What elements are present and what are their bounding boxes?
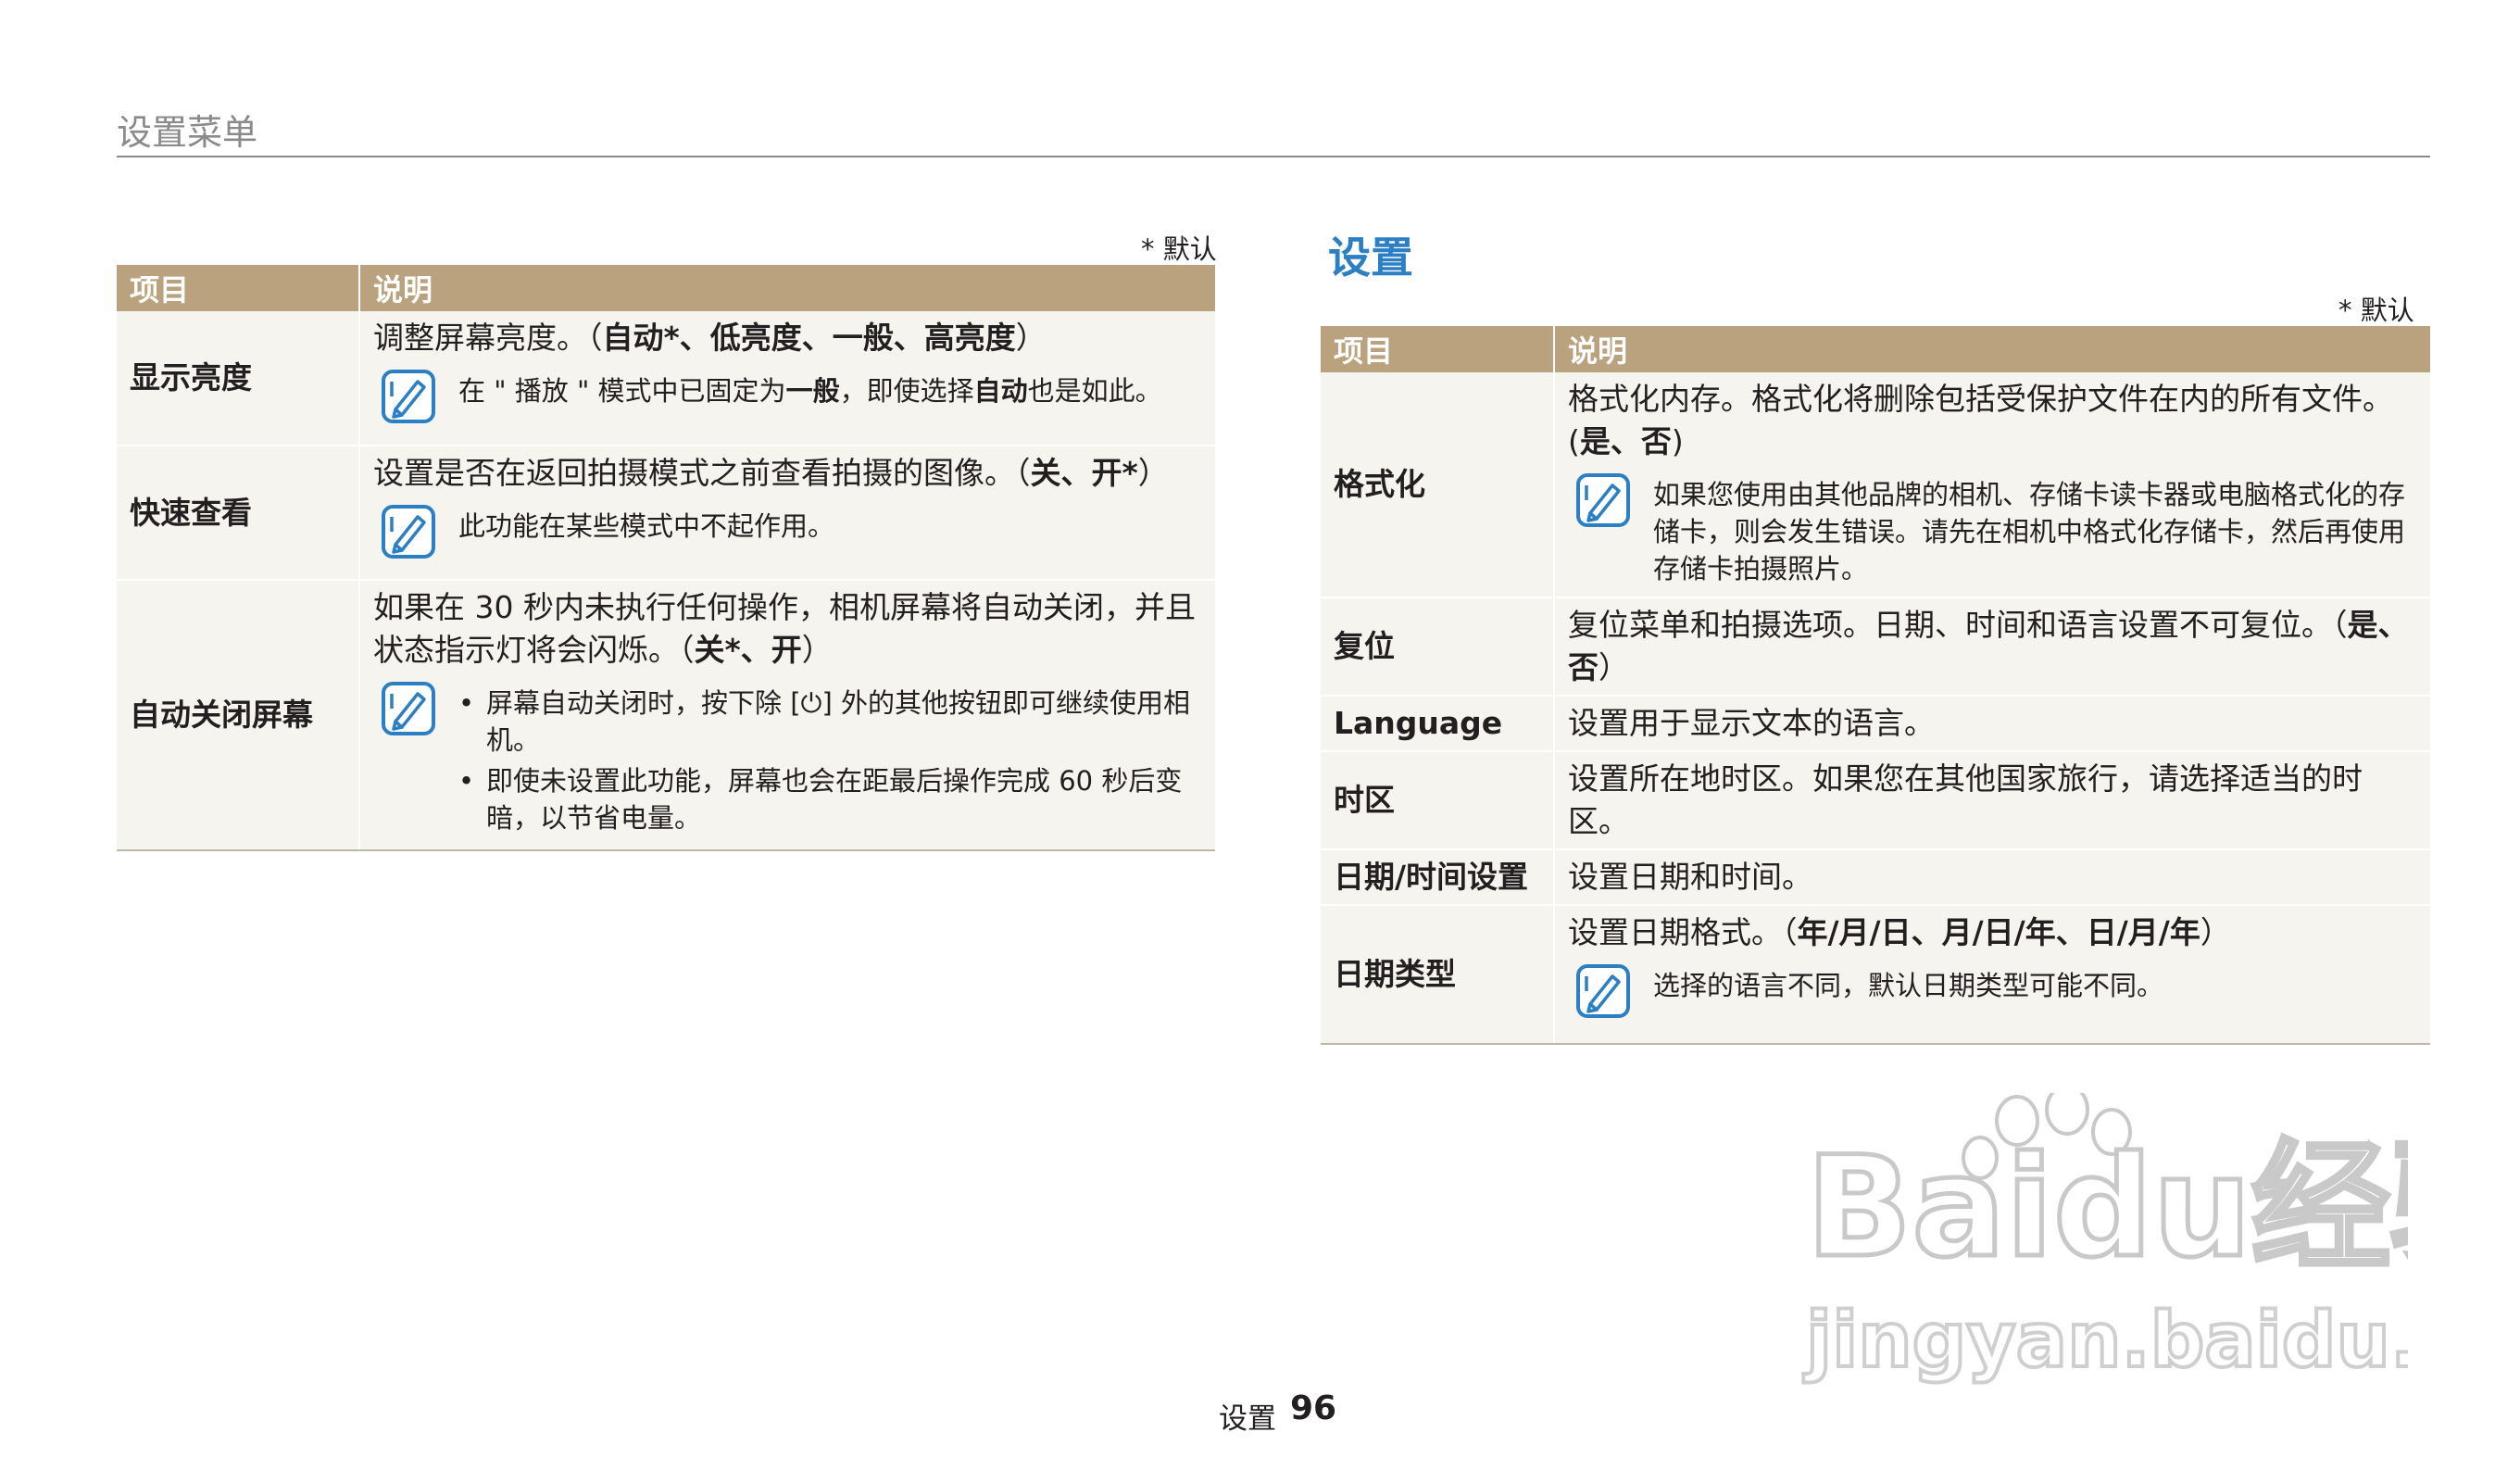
- table-row: 快速查看 设置是否在返回拍摄模式之前查看拍摄的图像。（关、开*） 此功能在某些模…: [117, 446, 1215, 581]
- footer-section-label: 设置: [1219, 1402, 1276, 1436]
- note: 屏幕自动关闭时，按下除 [⏻] 外的其他按钮即可继续使用相机。 即使未设置此功能…: [373, 677, 1202, 840]
- table-row: 复位 复位菜单和拍摄选项。日期、时间和语言设置不可复位。（是、否）: [1321, 597, 2430, 697]
- list-item: 即使未设置此功能，屏幕也会在距最后操作完成 60 秒后变暗，以节省电量。: [458, 762, 1202, 836]
- column-header-description: 说明: [1554, 326, 2430, 372]
- column-header-item: 项目: [117, 265, 360, 311]
- settings-table: 项目 说明 格式化 格式化内存。格式化将删除包括受保护文件在内的所有文件。(是、…: [1321, 326, 2430, 1045]
- row-description: 格式化内存。格式化将删除包括受保护文件在内的所有文件。(是、否) 如果您使用由其…: [1554, 372, 2430, 598]
- table-row: 日期类型 设置日期格式。（年/月/日、月/日/年、日/月/年） 选择的语言不同，…: [1321, 905, 2430, 1045]
- default-legend: * 默认: [2338, 295, 2414, 326]
- note-text: 如果您使用由其他品牌的相机、存储卡读卡器或电脑格式化的存储卡，则会发生错误。请先…: [1653, 479, 2406, 584]
- row-description: 设置日期和时间。: [1554, 849, 2430, 906]
- note: 选择的语言不同，默认日期类型可能不同。: [1568, 960, 2417, 1019]
- default-legend: * 默认: [1141, 233, 1217, 265]
- page-number: 96: [1290, 1389, 1337, 1427]
- page-header-title: 设置菜单: [117, 112, 258, 153]
- row-item-label: 格式化: [1321, 372, 1555, 598]
- watermark-brand: Baidu经验: [1806, 1127, 2408, 1288]
- table-row: 自动关闭屏幕 如果在 30 秒内未执行任何操作，相机屏幕将自动关闭，并且状态指示…: [117, 580, 1215, 851]
- note-bullets: 屏幕自动关闭时，按下除 [⏻] 外的其他按钮即可继续使用相机。 即使未设置此功能…: [458, 677, 1202, 840]
- row-description: 如果在 30 秒内未执行任何操作，相机屏幕将自动关闭，并且状态指示灯将会闪烁。（…: [359, 580, 1215, 851]
- row-item-label: 显示亮度: [117, 311, 360, 446]
- note-pencil-icon: [382, 682, 435, 735]
- note-text: 在 " 播放 " 模式中已固定为一般，即使选择自动也是如此。: [458, 375, 1162, 407]
- row-description: 设置用于显示文本的语言。: [1554, 696, 2430, 752]
- row-item-label: 日期类型: [1321, 905, 1555, 1045]
- row-description: 设置所在地时区。如果您在其他国家旅行，请选择适当的时区。: [1554, 751, 2430, 850]
- section-title: 设置: [1328, 232, 1413, 283]
- list-item: 屏幕自动关闭时，按下除 [⏻] 外的其他按钮即可继续使用相机。: [458, 685, 1202, 759]
- row-item-label: Language: [1321, 696, 1555, 752]
- row-item-label: 自动关闭屏幕: [117, 580, 360, 851]
- row-description: 复位菜单和拍摄选项。日期、时间和语言设置不可复位。（是、否）: [1554, 597, 2430, 697]
- row-item-label: 复位: [1321, 597, 1555, 697]
- note: 在 " 播放 " 模式中已固定为一般，即使选择自动也是如此。: [373, 365, 1202, 424]
- table-row: Language 设置用于显示文本的语言。: [1321, 696, 2430, 752]
- table-row: 日期/时间设置 设置日期和时间。: [1321, 849, 2430, 906]
- row-description: 设置日期格式。（年/月/日、月/日/年、日/月/年） 选择的语言不同，默认日期类…: [1554, 905, 2430, 1045]
- watermark-url: jingyan.baidu.com: [1803, 1297, 2408, 1385]
- row-item-label: 日期/时间设置: [1321, 849, 1555, 906]
- column-header-description: 说明: [359, 265, 1215, 311]
- note-pencil-icon: [382, 505, 435, 559]
- note: 此功能在某些模式中不起作用。: [373, 500, 1202, 559]
- note-pencil-icon: [1576, 964, 1630, 1018]
- note-pencil-icon: [1576, 473, 1630, 527]
- header-divider: [117, 156, 2430, 157]
- baidu-jingyan-watermark: Baidu经验 jingyan.baidu.com: [1801, 1093, 2408, 1387]
- row-description: 调整屏幕亮度。（自动*、低亮度、一般、高亮度） 在 " 播放 " 模式中已固定为…: [359, 311, 1215, 446]
- row-item-label: 时区: [1321, 751, 1555, 850]
- table-row: 显示亮度 调整屏幕亮度。（自动*、低亮度、一般、高亮度） 在 " 播放 " 模式…: [117, 311, 1215, 446]
- note: 如果您使用由其他品牌的相机、存储卡读卡器或电脑格式化的存储卡，则会发生错误。请先…: [1568, 469, 2417, 587]
- note-pencil-icon: [382, 370, 435, 423]
- table-header-row: 项目 说明: [117, 265, 1215, 311]
- note-text: 选择的语言不同，默认日期类型可能不同。: [1653, 970, 2164, 1001]
- table-row: 时区 设置所在地时区。如果您在其他国家旅行，请选择适当的时区。: [1321, 751, 2430, 850]
- table-row: 格式化 格式化内存。格式化将删除包括受保护文件在内的所有文件。(是、否) 如果您…: [1321, 372, 2430, 598]
- note-text: 此功能在某些模式中不起作用。: [458, 510, 835, 542]
- row-description: 设置是否在返回拍摄模式之前查看拍摄的图像。（关、开*） 此功能在某些模式中不起作…: [359, 446, 1215, 581]
- column-header-item: 项目: [1321, 326, 1555, 372]
- row-item-label: 快速查看: [117, 446, 360, 581]
- display-settings-table: 项目 说明 显示亮度 调整屏幕亮度。（自动*、低亮度、一般、高亮度） 在 " 播…: [117, 265, 1215, 851]
- table-header-row: 项目 说明: [1321, 326, 2430, 372]
